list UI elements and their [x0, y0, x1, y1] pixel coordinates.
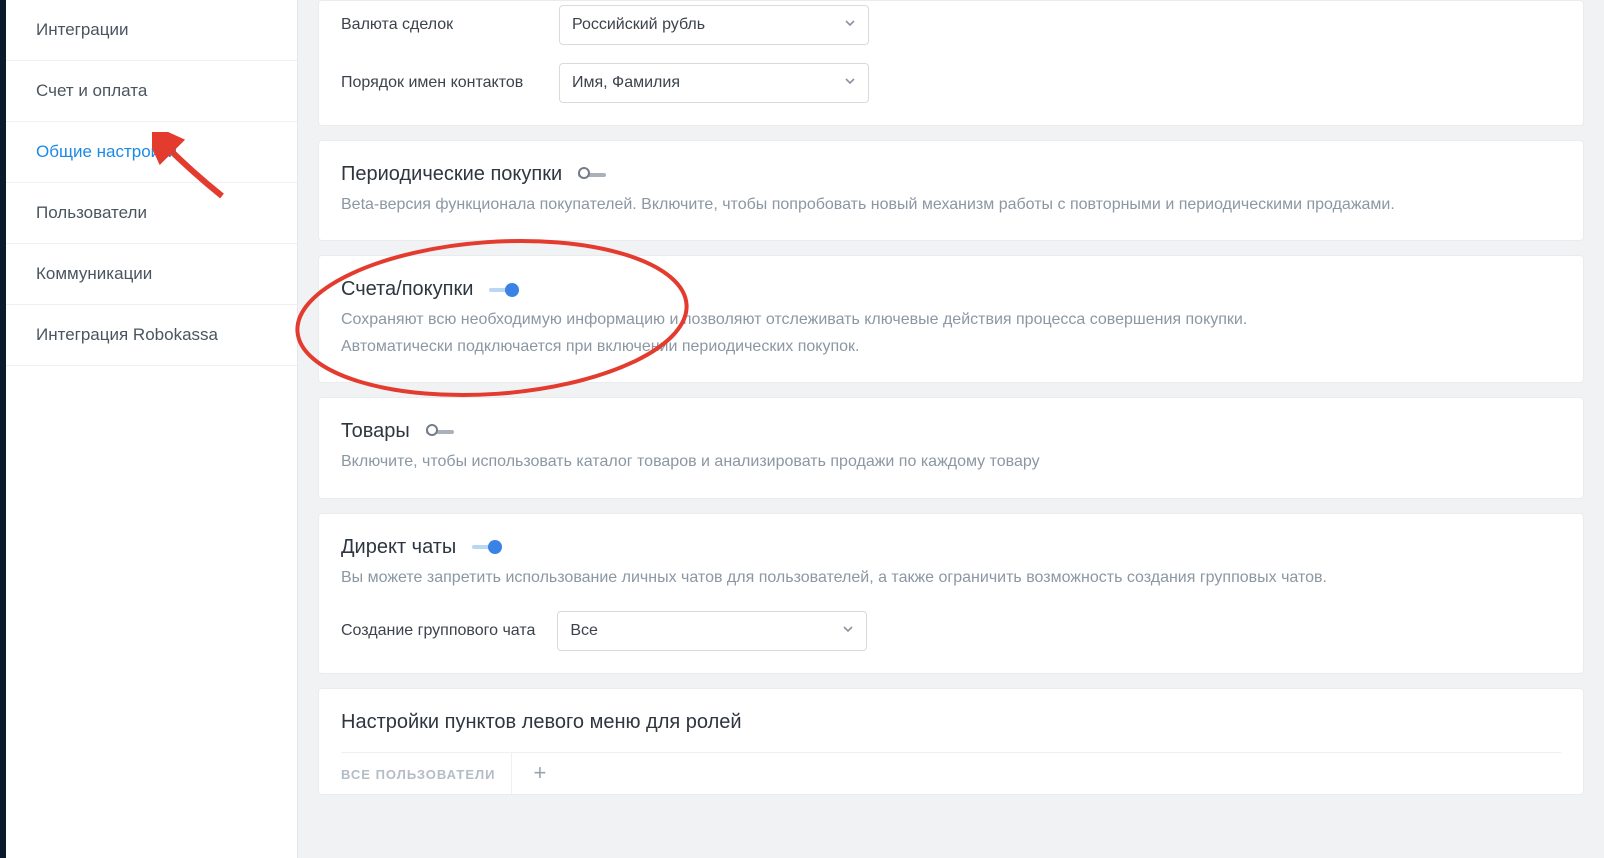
sidebar-item-integrations[interactable]: Интеграции	[6, 0, 297, 61]
name-order-select[interactable]: Имя, Фамилия	[559, 63, 869, 103]
roles-menu-panel: Настройки пунктов левого меню для ролей …	[318, 688, 1584, 795]
name-order-label: Порядок имен контактов	[341, 74, 537, 92]
invoices-toggle[interactable]	[489, 282, 519, 298]
direct-chats-desc: Вы можете запретить использование личных…	[341, 565, 1561, 591]
sidebar-item-communications[interactable]: Коммуникации	[6, 244, 297, 305]
products-desc: Включите, чтобы использовать каталог тов…	[341, 449, 1561, 475]
products-title: Товары	[341, 420, 410, 443]
direct-chats-panel: Директ чаты Вы можете запретить использо…	[318, 513, 1584, 674]
name-order-value: Имя, Фамилия	[572, 74, 680, 92]
periodic-toggle[interactable]	[578, 167, 608, 183]
periodic-purchases-panel: Периодические покупки Beta-версия функци…	[318, 140, 1584, 241]
chevron-down-icon	[844, 16, 856, 34]
sidebar-item-billing[interactable]: Счет и оплата	[6, 61, 297, 122]
sidebar-item-general-settings[interactable]: Общие настройки	[6, 122, 297, 183]
invoices-panel: Счета/покупки Сохраняют всю необходимую …	[318, 255, 1584, 383]
group-chat-label: Создание группового чата	[341, 622, 535, 640]
periodic-desc: Beta-версия функционала покупателей. Вкл…	[341, 192, 1561, 218]
invoices-title: Счета/покупки	[341, 278, 473, 301]
group-chat-value: Все	[570, 622, 598, 640]
currency-select[interactable]: Российский рубль	[559, 5, 869, 45]
add-role-button[interactable]: +	[511, 753, 567, 794]
sidebar-item-robokassa[interactable]: Интеграция Robokassa	[6, 305, 297, 366]
chevron-down-icon	[842, 622, 854, 640]
direct-chats-title: Директ чаты	[341, 536, 456, 559]
invoices-desc2: Автоматически подключается при включении…	[341, 334, 1561, 360]
invoices-desc1: Сохраняют всю необходимую информацию и п…	[341, 307, 1561, 333]
role-tab-all-users[interactable]: ВСЕ ПОЛЬЗОВАТЕЛИ	[341, 753, 511, 794]
products-toggle[interactable]	[426, 424, 456, 440]
direct-chats-toggle[interactable]	[472, 539, 502, 555]
main-content: Валюта сделок Российский рубль Порядок и…	[298, 0, 1604, 858]
settings-sidebar: Интеграции Счет и оплата Общие настройки…	[6, 0, 298, 858]
sidebar-item-users[interactable]: Пользователи	[6, 183, 297, 244]
roles-title: Настройки пунктов левого меню для ролей	[341, 711, 1561, 734]
periodic-title: Периодические покупки	[341, 163, 562, 186]
general-form-panel: Валюта сделок Российский рубль Порядок и…	[318, 0, 1584, 126]
currency-label: Валюта сделок	[341, 16, 537, 34]
products-panel: Товары Включите, чтобы использовать ката…	[318, 397, 1584, 498]
chevron-down-icon	[844, 74, 856, 92]
currency-value: Российский рубль	[572, 16, 705, 34]
group-chat-select[interactable]: Все	[557, 611, 867, 651]
